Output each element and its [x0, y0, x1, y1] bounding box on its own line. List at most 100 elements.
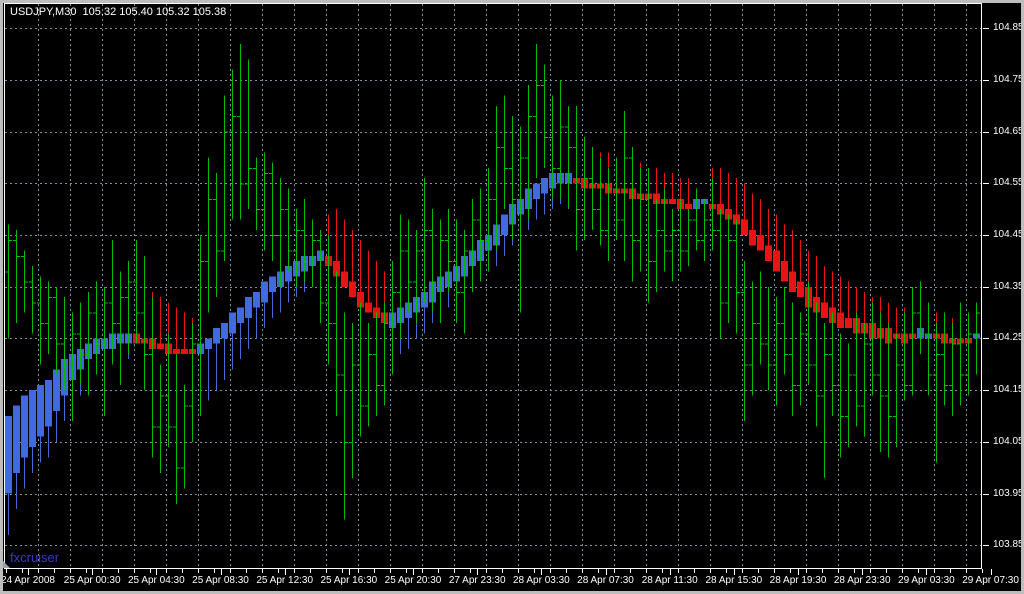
- time-tick: [118, 569, 119, 573]
- time-tick: [886, 569, 887, 573]
- time-tick: [534, 569, 535, 573]
- time-tick-label: 28 Apr 23:30: [833, 575, 891, 586]
- time-tick: [454, 569, 455, 573]
- time-tick: [54, 569, 55, 573]
- price-tick-label: 103.85: [993, 539, 1024, 550]
- time-tick: [966, 569, 967, 573]
- time-tick: [326, 569, 327, 573]
- price-tick: [983, 132, 989, 133]
- time-tick: [486, 569, 487, 573]
- time-tick: [214, 569, 215, 573]
- time-tick: [726, 569, 727, 573]
- time-tick: [742, 569, 743, 573]
- time-tick: [566, 569, 567, 573]
- time-tick: [102, 569, 103, 573]
- time-tick-label: 28 Apr 15:30: [705, 575, 763, 586]
- price-tick: [983, 80, 989, 81]
- time-tick: [438, 569, 439, 573]
- time-tick: [822, 569, 823, 573]
- time-tick-label: 28 Apr 03:30: [513, 575, 570, 586]
- time-tick: [902, 569, 903, 573]
- time-tick-label: 25 Apr 04:30: [127, 575, 185, 586]
- time-tick: [646, 569, 647, 573]
- time-tick: [630, 569, 631, 573]
- time-tick: [22, 569, 23, 573]
- time-tick: [86, 569, 87, 573]
- price-tick: [983, 183, 989, 184]
- time-tick: [502, 569, 503, 573]
- time-tick: [918, 569, 919, 573]
- time-tick-label: 29 Apr 03:30: [898, 575, 955, 586]
- price-tick-label: 104.45: [993, 229, 1024, 240]
- chart-canvas: [5, 4, 981, 568]
- time-tick: [198, 569, 199, 573]
- time-tick: [278, 569, 279, 573]
- price-tick: [983, 545, 989, 546]
- time-tick: [6, 569, 7, 573]
- time-tick: [406, 569, 407, 573]
- price-tick: [983, 338, 989, 339]
- price-tick-label: 104.25: [993, 332, 1024, 343]
- time-tick: [310, 569, 311, 573]
- time-tick: [166, 569, 167, 573]
- time-tick: [582, 569, 583, 573]
- time-tick: [838, 569, 839, 573]
- chart-plot-area[interactable]: USDJPY,M30 105.32 105.40 105.32 105.38 f…: [4, 3, 982, 569]
- time-tick: [598, 569, 599, 573]
- time-tick: [982, 569, 983, 573]
- price-tick: [983, 494, 989, 495]
- time-tick: [870, 569, 871, 573]
- time-tick-label: 25 Apr 00:30: [63, 575, 121, 586]
- price-tick-label: 104.75: [993, 74, 1024, 85]
- time-tick: [950, 569, 951, 573]
- chart-title: USDJPY,M30 105.32 105.40 105.32 105.38: [10, 6, 227, 18]
- time-tick: [150, 569, 151, 573]
- time-tick: [230, 569, 231, 573]
- time-tick: [134, 569, 135, 573]
- price-tick-label: 104.85: [993, 22, 1024, 33]
- time-tick-label: 27 Apr 23:30: [448, 575, 506, 586]
- time-tick-label: 25 Apr 20:30: [384, 575, 442, 586]
- time-tick: [806, 569, 807, 573]
- time-tick: [374, 569, 375, 573]
- time-tick-label: 25 Apr 16:30: [320, 575, 378, 586]
- time-tick-label: 29 Apr 07:30: [962, 575, 1019, 586]
- time-tick: [694, 569, 695, 573]
- time-tick: [934, 569, 935, 573]
- time-tick: [790, 569, 791, 573]
- time-tick: [774, 569, 775, 573]
- time-tick: [550, 569, 551, 573]
- price-tick: [983, 28, 989, 29]
- time-tick: [182, 569, 183, 573]
- time-scale[interactable]: 24 Apr 2008 25 Apr 00:30 25 Apr 04:30 25 Ap…: [0, 569, 1024, 594]
- time-tick-label: 25 Apr 12:30: [256, 575, 314, 586]
- time-tick-label: 28 Apr 19:30: [769, 575, 827, 586]
- price-tick: [983, 442, 989, 443]
- mt4-chart-window: USDJPY,M30 105.32 105.40 105.32 105.38 f…: [0, 0, 1024, 594]
- price-tick: [983, 390, 989, 391]
- time-tick: [70, 569, 71, 573]
- price-tick-label: 104.15: [993, 384, 1024, 395]
- price-tick-label: 103.95: [993, 488, 1024, 499]
- price-tick-label: 104.35: [993, 281, 1024, 292]
- time-tick: [662, 569, 663, 573]
- price-tick-label: 104.05: [993, 436, 1024, 447]
- time-tick: [246, 569, 247, 573]
- time-tick: [262, 569, 263, 573]
- price-tick: [983, 235, 989, 236]
- price-scale[interactable]: 104.85 104.75 104.65 104.55 104.45 104.35 104.…: [983, 0, 1024, 568]
- time-tick: [614, 569, 615, 573]
- time-tick: [422, 569, 423, 573]
- price-tick-label: 104.55: [993, 177, 1024, 188]
- time-tick: [678, 569, 679, 573]
- time-tick-label: 28 Apr 11:30: [641, 575, 698, 586]
- time-tick: [710, 569, 711, 573]
- price-tick-label: 104.65: [993, 126, 1024, 137]
- time-tick: [358, 569, 359, 573]
- time-tick: [342, 569, 343, 573]
- watermark-label: fxcruiser: [10, 550, 60, 565]
- time-tick: [518, 569, 519, 573]
- time-tick-label: 24 Apr 2008: [1, 575, 55, 586]
- price-tick: [983, 287, 989, 288]
- time-tick: [470, 569, 471, 573]
